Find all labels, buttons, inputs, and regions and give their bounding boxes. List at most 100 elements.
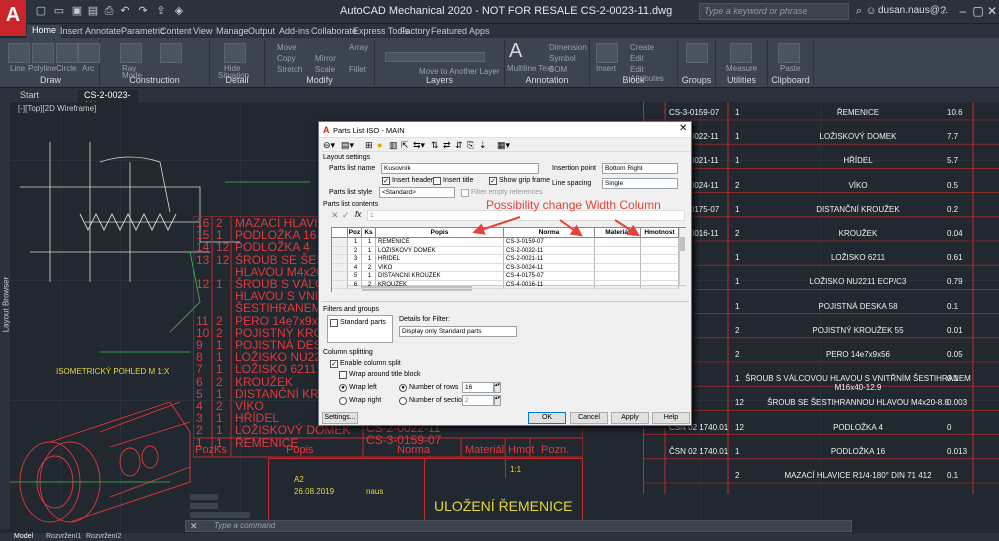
tab-factory[interactable]: Factory <box>400 26 430 36</box>
wrap-left-radio[interactable]: ● <box>339 384 347 392</box>
tab-collaborate[interactable]: Collaborate <box>311 26 357 36</box>
tab-model[interactable]: Model <box>14 533 33 541</box>
ray-icon[interactable] <box>120 43 142 63</box>
fillet-tool[interactable]: Fillet <box>349 65 366 74</box>
command-input[interactable]: Type a command <box>214 521 275 530</box>
cell-poz[interactable]: 2 <box>348 246 362 255</box>
copy-rows-icon[interactable]: ⎘ <box>467 140 474 151</box>
cell-popis[interactable]: KROUŽEK <box>376 280 504 289</box>
number-sections-radio[interactable] <box>399 397 407 405</box>
insertion-point-select[interactable]: Bottom Right <box>602 163 678 174</box>
show-grip-checkbox[interactable]: ✓ <box>489 177 497 185</box>
pick-icon[interactable]: ⊞ <box>365 140 373 151</box>
close-icon[interactable]: ✕ <box>984 3 999 19</box>
cell-norma[interactable]: CS-4-0016-11 <box>504 280 595 289</box>
highlight-icon[interactable]: ● <box>377 140 382 150</box>
cell-ks[interactable]: 2 <box>362 263 376 272</box>
cell-hmotnost[interactable] <box>641 255 679 264</box>
cell-material[interactable] <box>595 263 641 272</box>
insert-block-icon[interactable] <box>596 43 618 63</box>
row-selector[interactable] <box>332 272 348 281</box>
cell-ks[interactable]: 1 <box>362 246 376 255</box>
paste-rows-icon[interactable]: ⇣ <box>479 140 487 151</box>
scrollbar-thumb[interactable] <box>680 237 685 251</box>
construction-icon[interactable] <box>160 43 182 63</box>
ok-button[interactable]: OK <box>528 412 566 424</box>
row-selector[interactable] <box>332 263 348 272</box>
cell-ks[interactable]: 2 <box>362 280 376 289</box>
layer-dropdown[interactable] <box>385 52 485 62</box>
tab-output[interactable]: Output <box>248 26 275 36</box>
scale-tool[interactable]: Scale <box>315 65 335 74</box>
cell-hmotnost[interactable] <box>641 263 679 272</box>
cell-poz[interactable]: 1 <box>348 238 362 247</box>
cell-poz[interactable]: 6 <box>348 280 362 289</box>
filter-icon[interactable]: ⇵ <box>455 140 463 151</box>
polyline-icon[interactable] <box>32 43 54 63</box>
tab-manage[interactable]: Manage <box>216 26 249 36</box>
number-rows-input[interactable]: 16 <box>462 382 494 393</box>
apply-button[interactable]: Apply <box>611 412 649 424</box>
row-selector[interactable] <box>332 280 348 289</box>
dimension-tool[interactable]: Dimension <box>549 43 587 52</box>
app-menu-button[interactable]: A <box>0 0 26 36</box>
cell-ks[interactable]: 1 <box>362 272 376 281</box>
group-icon[interactable] <box>686 43 708 63</box>
sort-icon[interactable]: ▥ <box>389 140 398 151</box>
formula-icon[interactable]: fx <box>355 210 361 219</box>
tab-annotate[interactable]: Annotate <box>85 26 121 36</box>
save-icon[interactable]: ▣ <box>70 5 84 18</box>
multiline-text-icon[interactable]: A <box>509 40 522 63</box>
cancel-button[interactable]: Cancel <box>570 412 608 424</box>
number-rows-radio[interactable]: ● <box>399 384 407 392</box>
cell-hmotnost[interactable] <box>641 280 679 289</box>
tab-content[interactable]: Content <box>160 26 192 36</box>
share-icon[interactable]: ⇪ <box>154 5 168 18</box>
rows-spinner[interactable]: ▴▾ <box>494 382 501 393</box>
cell-hmotnost[interactable] <box>641 246 679 255</box>
tab-layout-1[interactable]: Rozvržení1 <box>46 533 81 541</box>
cell-norma[interactable]: CS-4-0175-07 <box>504 272 595 281</box>
parts-list-dialog[interactable]: A Parts List ISO - MAIN ✕ ⊖▾ ▤▾ ⊞ ● ▥ ⇱ … <box>318 121 692 426</box>
cell-ks[interactable]: 1 <box>362 255 376 264</box>
copy-tool[interactable]: Copy <box>277 54 296 63</box>
cell-popis[interactable]: LOŽISKOVÝ DOMEK <box>376 246 504 255</box>
row-selector[interactable] <box>332 238 348 247</box>
col-header-ks[interactable]: Ks <box>362 228 376 238</box>
tab-parametric[interactable]: Parametric <box>121 26 165 36</box>
cell-material[interactable] <box>595 272 641 281</box>
cancel-formula-icon[interactable]: ✕ <box>331 210 339 221</box>
row-selector[interactable] <box>332 246 348 255</box>
number-sections-input[interactable]: 2 <box>462 395 494 406</box>
cell-hmotnost[interactable] <box>641 272 679 281</box>
cell-popis[interactable]: VÍKO <box>376 263 504 272</box>
cell-poz[interactable]: 3 <box>348 255 362 264</box>
command-line[interactable] <box>185 520 852 532</box>
measure-icon[interactable] <box>730 43 752 63</box>
cell-material[interactable] <box>595 246 641 255</box>
print-icon[interactable]: ⎙ <box>102 5 116 18</box>
circle-icon[interactable] <box>56 43 78 63</box>
accept-formula-icon[interactable]: ✓ <box>342 210 350 221</box>
cell-popis[interactable]: DISTANČNÍ KROUŽEK <box>376 272 504 281</box>
tab-addins[interactable]: Add-ins <box>279 26 310 36</box>
array-tool[interactable]: Array <box>349 43 368 52</box>
cell-ks[interactable]: 1 <box>362 238 376 247</box>
edit-icon[interactable]: ▤▾ <box>341 140 354 151</box>
parts-list-name-input[interactable]: Kusovník <box>381 163 539 174</box>
tab-home[interactable]: Home <box>27 25 62 38</box>
parts-list-style-select[interactable]: <Standard> <box>379 187 455 198</box>
merge-icon[interactable]: ⇱ <box>401 140 409 151</box>
help-button[interactable]: Help <box>652 412 690 424</box>
arc-icon[interactable] <box>78 43 100 63</box>
bom-tool[interactable]: BOM <box>549 65 567 74</box>
doc-tab-start[interactable]: Start <box>14 90 45 100</box>
split-icon[interactable]: ⇅ <box>431 140 439 151</box>
search-input[interactable]: Type a keyword or phrase <box>699 3 849 20</box>
insert-header-checkbox[interactable]: ✓ <box>382 177 390 185</box>
tab-insert[interactable]: Insert <box>60 26 83 36</box>
wrap-right-radio[interactable] <box>339 397 347 405</box>
cell-norma[interactable]: CS-2-0022-11 <box>504 246 595 255</box>
move-tool[interactable]: Move <box>277 43 297 52</box>
saveas-icon[interactable]: ▤ <box>86 5 100 18</box>
